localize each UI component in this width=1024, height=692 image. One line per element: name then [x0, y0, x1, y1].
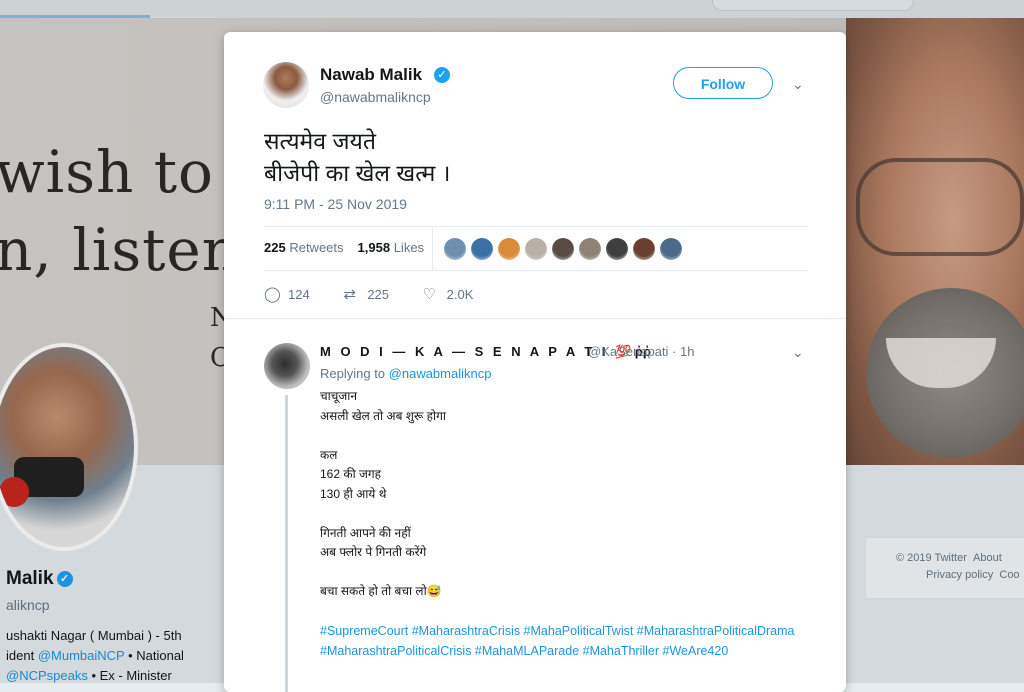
liker-avatar[interactable]: [633, 238, 655, 260]
divider: [224, 318, 846, 319]
divider: [264, 226, 808, 227]
liker-avatar[interactable]: [552, 238, 574, 260]
heart-icon: ♡: [422, 286, 437, 303]
liker-avatar[interactable]: [525, 238, 547, 260]
reply-author-name-text: M O D I — K A — S E N A P A T I: [320, 344, 609, 359]
reply-action[interactable]: ◯ 124: [264, 285, 310, 303]
liker-avatar[interactable]: [471, 238, 493, 260]
like-count: 2.0K: [446, 287, 474, 302]
replying-to: Replying to @nawabmalikncp: [320, 366, 491, 381]
thread-line: [285, 395, 288, 692]
reply-count: 124: [288, 287, 310, 302]
tweet-stats: 225 Retweets 1,958 Likes: [264, 240, 424, 255]
liker-avatar[interactable]: [579, 238, 601, 260]
liker-avatar[interactable]: [606, 238, 628, 260]
retweets-label: Retweets: [289, 240, 344, 255]
stats-divider: [432, 226, 433, 270]
chevron-down-icon[interactable]: ⌄: [792, 344, 804, 361]
tweet-actions: ◯ 124 ⇄ 225 ♡ 2.0K: [264, 285, 503, 303]
tweet-modal: Nawab Malik ✓ @nawabmalikncp Follow ⌄ सत…: [224, 32, 846, 692]
author-name[interactable]: Nawab Malik: [320, 65, 422, 85]
liker-avatar[interactable]: [444, 238, 466, 260]
retweets-count: 225: [264, 240, 286, 255]
tweet-timestamp[interactable]: 9:11 PM - 25 Nov 2019: [264, 196, 407, 212]
reply-text: चाचूजान असली खेल तो अब शुरू होगा कल 162 …: [320, 389, 446, 598]
author-handle[interactable]: @nawabmalikncp: [320, 89, 431, 105]
follow-button[interactable]: Follow: [673, 67, 773, 99]
liker-avatar[interactable]: [498, 238, 520, 260]
liker-avatar[interactable]: [660, 238, 682, 260]
tweet-text: सत्यमेव जयते बीजेपी का खेल खत्म ।: [264, 128, 451, 186]
divider: [264, 270, 808, 271]
verified-badge-icon: ✓: [434, 67, 450, 83]
reply-author-handle[interactable]: @KaSenapati · 1h: [588, 344, 694, 359]
replying-to-link[interactable]: @nawabmalikncp: [389, 366, 492, 381]
author-avatar[interactable]: [263, 62, 309, 108]
like-action[interactable]: ♡ 2.0K: [423, 285, 474, 303]
retweet-action[interactable]: ⇄ 225: [343, 285, 389, 303]
reply-icon: ◯: [264, 286, 281, 303]
retweets-stat[interactable]: 225 Retweets: [264, 240, 344, 255]
likes-label: Likes: [393, 240, 425, 255]
replying-to-label: Replying to: [320, 366, 389, 381]
likes-stat[interactable]: 1,958 Likes: [358, 240, 425, 255]
reply-hashtags[interactable]: #SupremeCourt #MaharashtraCrisis #MahaPo…: [320, 622, 820, 661]
retweet-count: 225: [367, 287, 390, 302]
reply-author-avatar[interactable]: [264, 343, 310, 389]
retweet-icon: ⇄: [343, 286, 356, 303]
liker-avatars: [444, 238, 687, 260]
chevron-down-icon[interactable]: ⌄: [792, 76, 804, 93]
likes-count: 1,958: [357, 240, 391, 255]
